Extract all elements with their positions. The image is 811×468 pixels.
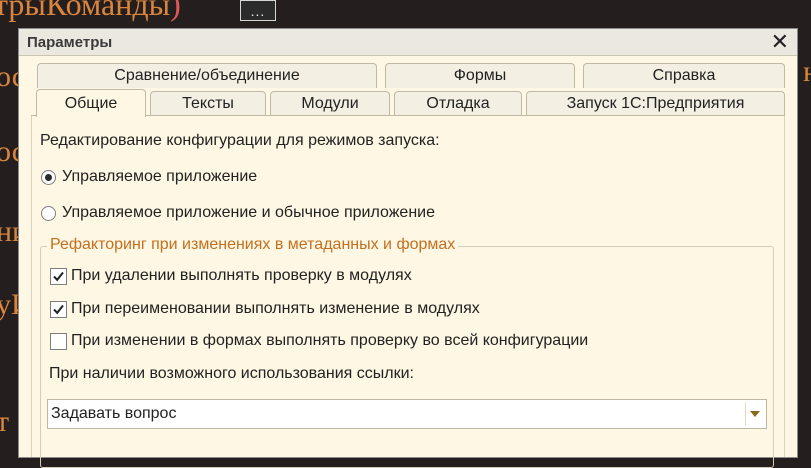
- tab-label: Модули: [301, 95, 359, 112]
- code-fragment: трыКоманды): [0, 0, 181, 23]
- dialog-titlebar: Параметры ✕: [19, 29, 797, 56]
- check-icon: [53, 304, 64, 315]
- more-icon: ...: [250, 2, 266, 19]
- tab-label: Тексты: [182, 95, 234, 112]
- check-whole-config-label[interactable]: При изменении в формах выполнять проверк…: [71, 332, 588, 350]
- change-on-rename-label[interactable]: При переименовании выполнять изменение в…: [71, 300, 480, 318]
- tab-help[interactable]: Справка: [583, 63, 785, 88]
- code-fragment-left: т: [0, 405, 10, 438]
- tab-texts[interactable]: Тексты: [150, 91, 266, 116]
- group-title: Рефакторинг при изменениях в метаданных …: [47, 236, 459, 254]
- tab-label: Запуск 1С:Предприятия: [566, 95, 745, 112]
- chevron-down-icon[interactable]: [745, 402, 764, 426]
- tab-debug[interactable]: Отладка: [394, 91, 522, 116]
- refactoring-group: Рефакторинг при изменениях в метаданных …: [40, 236, 774, 468]
- tab-general[interactable]: Общие: [36, 89, 146, 117]
- dialog-title: Параметры: [27, 33, 113, 51]
- checkbox-check-whole-config[interactable]: [50, 333, 67, 350]
- edit-mode-label: Редактирование конфигурации для режимов …: [40, 132, 440, 149]
- tab-launch-1c[interactable]: Запуск 1С:Предприятия: [526, 91, 785, 116]
- tab-label: Отладка: [426, 95, 490, 112]
- tab-compare-merge[interactable]: Сравнение/объединение: [37, 63, 377, 88]
- reference-usage-select[interactable]: Задавать вопрос: [47, 399, 767, 429]
- radio-managed-and-ordinary-app[interactable]: [41, 206, 56, 221]
- code-paren: ): [170, 0, 181, 22]
- code-fragment-right: н: [802, 55, 811, 88]
- close-icon[interactable]: ✕: [771, 31, 789, 53]
- tab-modules[interactable]: Модули: [270, 91, 390, 116]
- tab-forms[interactable]: Формы: [385, 63, 575, 88]
- tab-label: Общие: [64, 94, 118, 112]
- reference-usage-label: При наличии возможного использования ссы…: [49, 365, 414, 382]
- check-on-delete-label[interactable]: При удалении выполнять проверку в модуля…: [71, 267, 412, 285]
- check-icon: [53, 271, 64, 282]
- tab-label: Формы: [453, 67, 507, 84]
- general-tab-content: Редактирование конфигурации для режимов …: [31, 116, 785, 468]
- code-text: трыКоманды: [0, 0, 171, 22]
- radio-managed-app-label[interactable]: Управляемое приложение: [62, 168, 257, 186]
- radio-managed-app[interactable]: [41, 170, 56, 185]
- select-value: Задавать вопрос: [51, 405, 177, 422]
- checkbox-change-on-rename[interactable]: [50, 301, 67, 318]
- more-button[interactable]: ...: [240, 0, 276, 21]
- radio-managed-and-ordinary-app-label[interactable]: Управляемое приложение и обычное приложе…: [62, 204, 435, 222]
- tab-label: Сравнение/объединение: [114, 67, 300, 84]
- checkbox-check-on-delete[interactable]: [50, 268, 67, 285]
- tab-label: Справка: [652, 67, 716, 84]
- parameters-dialog: Параметры ✕ Сравнение/объединение Формы …: [18, 28, 798, 468]
